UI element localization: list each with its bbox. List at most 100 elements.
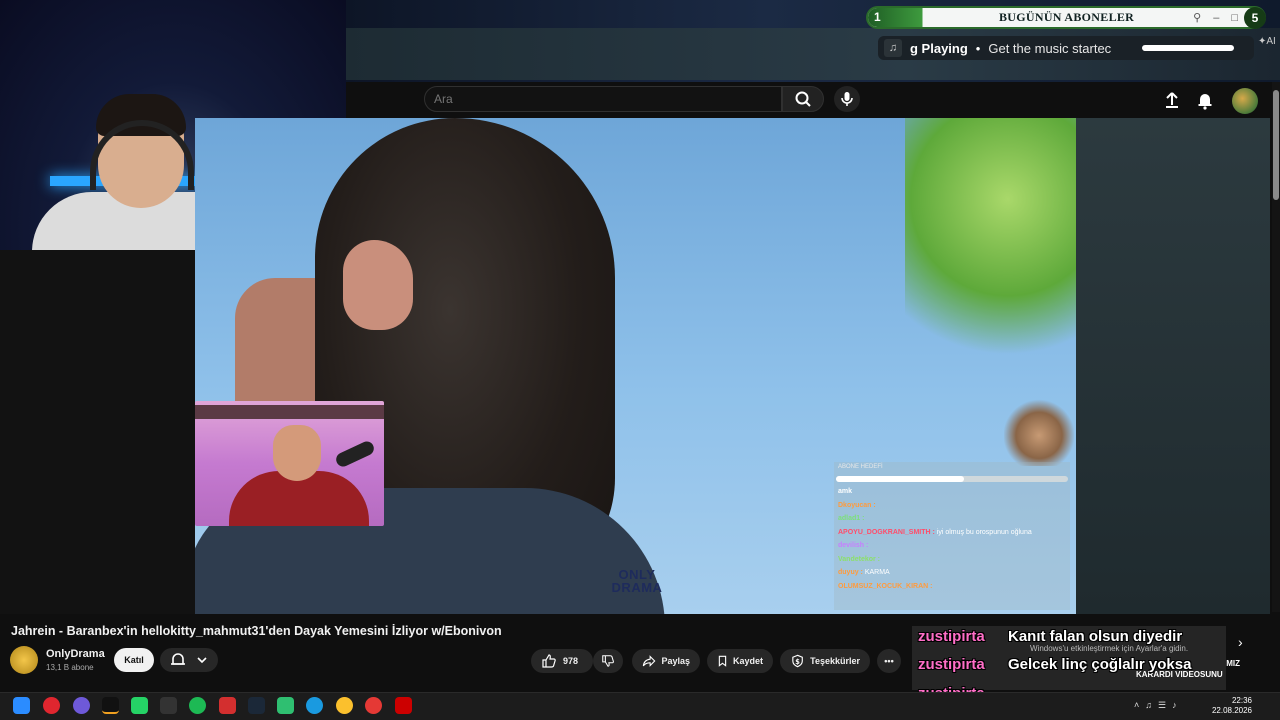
system-tray[interactable]: ˄♫☰♪ bbox=[1134, 700, 1183, 711]
chat-message: duyuy : KARMA bbox=[838, 569, 890, 576]
left-panel bbox=[0, 250, 195, 614]
scrollbar-thumb[interactable] bbox=[1273, 90, 1279, 200]
chat-username: Vandetekor : bbox=[838, 555, 881, 563]
ai-label-text: AI bbox=[1266, 36, 1276, 47]
chat-message: Dkoyucan : bbox=[838, 502, 876, 509]
now-playing-widget: ♫ g Playing • Get the music startec bbox=[878, 36, 1254, 60]
chevron-right-icon[interactable]: › bbox=[1238, 634, 1250, 650]
chat-username: duyuy : bbox=[838, 569, 863, 576]
thanks-button[interactable]: $ Teşekkürler bbox=[780, 649, 870, 673]
tree-foliage bbox=[905, 118, 1076, 388]
goal-title: ABONE HEDEFİ bbox=[838, 464, 883, 470]
save-label: Kaydet bbox=[732, 656, 763, 666]
separator-dot: • bbox=[975, 40, 981, 56]
pip-shelf bbox=[195, 405, 384, 419]
thanks-label: Teşekkürler bbox=[810, 656, 860, 666]
media-app-icon[interactable] bbox=[102, 697, 119, 714]
now-playing-text: Get the music startec bbox=[988, 40, 1112, 56]
subscriber-count: 1 bbox=[868, 8, 946, 27]
bell-icon bbox=[1198, 94, 1212, 110]
save-button[interactable]: Kaydet bbox=[707, 649, 773, 673]
join-button[interactable]: Katıl bbox=[114, 648, 154, 672]
chat-message: devilish : bbox=[838, 542, 868, 549]
goal-progress-fill bbox=[836, 476, 964, 482]
chat-message: APOYU_DOGKRANI_SMITH : iyi olmuş bu oros… bbox=[838, 529, 1032, 536]
tts-username-1: zustipirta bbox=[918, 628, 985, 645]
subscription-bell-button[interactable] bbox=[160, 648, 218, 672]
share-label: Paylaş bbox=[661, 656, 690, 666]
yandex-icon[interactable] bbox=[365, 697, 382, 714]
windows-start-icon[interactable] bbox=[13, 697, 30, 714]
bookmark-icon bbox=[718, 655, 727, 667]
ai-label: ✦AI bbox=[1258, 36, 1276, 47]
chat-username: APOYU_DOGKRANI_SMITH : bbox=[838, 528, 935, 536]
chat-username: OLUMSUZ_KOCUK_KIRAN : bbox=[838, 582, 933, 590]
chat-username: Dkoyucan : bbox=[838, 501, 876, 509]
discord-icon[interactable] bbox=[73, 697, 90, 714]
music-note-icon: ♫ bbox=[884, 39, 902, 57]
more-actions-button[interactable]: ••• bbox=[877, 649, 901, 673]
chat-message: OLUMSUZ_KOCUK_KIRAN : bbox=[838, 583, 933, 590]
thumbs-down-icon bbox=[602, 655, 614, 667]
pip-webcam bbox=[195, 401, 384, 526]
opera-icon[interactable] bbox=[43, 697, 60, 714]
share-button[interactable]: Paylaş bbox=[632, 649, 700, 673]
youtube-icon[interactable] bbox=[395, 697, 412, 714]
clock-time: 22:36 bbox=[1231, 696, 1252, 705]
steam-icon[interactable] bbox=[248, 697, 265, 714]
clock-date: 22.08.2026 bbox=[1211, 706, 1252, 715]
channel-name[interactable]: OnlyDrama bbox=[46, 648, 105, 660]
thumbs-up-icon bbox=[542, 654, 556, 668]
create-button[interactable] bbox=[1160, 88, 1184, 112]
search-button[interactable] bbox=[782, 86, 824, 112]
chrome-icon[interactable] bbox=[336, 697, 353, 714]
chat-message: Vandetekor : bbox=[838, 556, 880, 563]
subscriber-title: BUGÜNÜN ABONELER bbox=[999, 10, 1135, 24]
pip-person-face bbox=[273, 425, 321, 481]
tts-message-2: Gelcek linç çoğlalır yoksa bbox=[1008, 656, 1192, 673]
maximize-icon[interactable]: □ bbox=[1231, 12, 1238, 24]
microphone-icon bbox=[841, 92, 853, 106]
chat-message: amk bbox=[838, 488, 852, 495]
pip-microphone bbox=[333, 439, 377, 469]
subscriber-count-label: 13,1 B abone bbox=[46, 663, 94, 672]
settings-app-icon[interactable] bbox=[160, 697, 177, 714]
spotify-icon[interactable] bbox=[189, 697, 206, 714]
subscriber-widget: 1 BUGÜNÜN ABONELER ⚲ – □ 5 bbox=[866, 6, 1266, 29]
notifications-button[interactable] bbox=[1192, 88, 1218, 112]
minimize-icon[interactable]: – bbox=[1213, 12, 1219, 24]
search-icon[interactable]: ⚲ bbox=[1193, 11, 1201, 24]
person-ear bbox=[343, 240, 413, 330]
chat-text: iyi olmuş bu orospunun oğluna bbox=[934, 528, 1032, 536]
chat-text: KARMA bbox=[862, 569, 890, 576]
more-icon: ••• bbox=[884, 656, 894, 666]
video-title: Jahrein - Baranbex'in hellokitty_mahmut3… bbox=[11, 624, 502, 638]
chat-username: adlad1 : bbox=[838, 515, 865, 522]
now-playing-title: g Playing bbox=[910, 40, 968, 56]
super-thanks-icon: $ bbox=[792, 654, 803, 668]
subscriber-end-badge: 5 bbox=[1244, 6, 1266, 29]
voice-search-button[interactable] bbox=[834, 86, 860, 112]
overlay-avatar bbox=[1004, 398, 1074, 466]
search-icon bbox=[795, 91, 811, 107]
taskbar-clock[interactable]: 22:36 22.08.2026 bbox=[1210, 696, 1252, 716]
whatsapp-icon[interactable] bbox=[131, 697, 148, 714]
search-input[interactable] bbox=[424, 86, 782, 112]
chat-overlay: ABONE HEDEFİ amk Dkoyucan : adlad1 : APOYU_… bbox=[834, 462, 1070, 610]
green-app-icon[interactable] bbox=[277, 697, 294, 714]
channel-watermark: ONLY DRAMA bbox=[611, 567, 663, 595]
dislike-button[interactable] bbox=[593, 649, 623, 673]
edge-icon[interactable] bbox=[306, 697, 323, 714]
account-avatar[interactable] bbox=[1232, 88, 1258, 114]
bell-icon bbox=[171, 653, 207, 665]
now-playing-progress bbox=[1142, 45, 1235, 51]
svg-text:$: $ bbox=[795, 658, 800, 666]
chat-message: adlad1 : bbox=[838, 515, 864, 522]
upload-icon bbox=[1166, 92, 1178, 108]
like-button[interactable]: 978 bbox=[531, 649, 593, 673]
channel-avatar[interactable] bbox=[10, 646, 38, 674]
tts-message-1: Kanıt falan olsun diyedir bbox=[1008, 628, 1183, 645]
share-icon bbox=[642, 655, 656, 667]
video-side-panel bbox=[1076, 118, 1270, 614]
app-icon-red[interactable] bbox=[219, 697, 236, 714]
